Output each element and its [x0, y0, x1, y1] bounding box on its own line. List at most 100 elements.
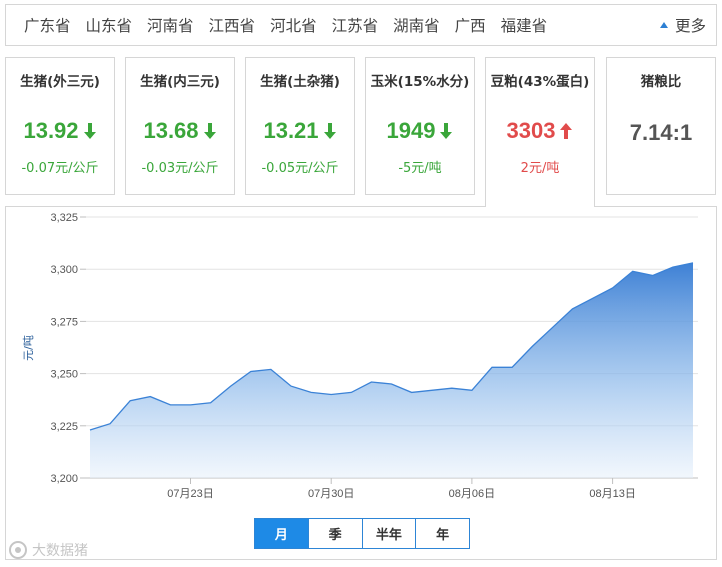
x-tick-label: 07月23日: [167, 488, 213, 500]
data-point: [210, 402, 212, 404]
data-point: [391, 383, 393, 385]
data-point: [511, 366, 513, 368]
price-card[interactable]: 生猪(外三元) 13.92 -0.07元/公斤: [5, 57, 115, 195]
price-card-value: 13.92: [6, 118, 114, 144]
data-point: [592, 297, 594, 299]
period-tab[interactable]: 季: [307, 519, 362, 548]
province-item[interactable]: 广西: [455, 14, 486, 36]
price-card-value: 13.21: [246, 118, 354, 144]
price-card-value: 3303: [486, 118, 594, 144]
data-point: [612, 287, 614, 289]
price-value-text: 13.21: [263, 118, 319, 143]
y-axis-label: 元/吨: [22, 335, 35, 361]
data-point: [531, 346, 533, 348]
data-point: [330, 394, 332, 396]
y-tick-label: 3,275: [50, 316, 78, 328]
period-tab[interactable]: 半年: [361, 519, 416, 548]
province-item[interactable]: 河南省: [147, 14, 194, 36]
data-point: [451, 387, 453, 389]
data-point: [411, 391, 413, 393]
more-button[interactable]: 更多: [659, 5, 706, 45]
price-card-title: 生猪(内三元): [140, 74, 220, 90]
watermark-logo-icon: [9, 541, 27, 559]
province-item[interactable]: 山东省: [86, 14, 133, 36]
data-point: [250, 371, 252, 373]
more-label: 更多: [674, 17, 706, 35]
price-value-text: 1949: [386, 118, 436, 143]
price-value-text: 3303: [506, 118, 556, 143]
price-card-value: 1949: [366, 118, 474, 144]
data-point: [692, 262, 694, 264]
arrow-down-icon: [83, 123, 96, 139]
price-card-change: -0.07元/公斤: [21, 161, 99, 176]
province-item[interactable]: 湖南省: [393, 14, 440, 36]
watermark-text: 大数据猪: [32, 543, 88, 559]
data-point: [431, 389, 433, 391]
data-point: [632, 270, 634, 272]
price-card[interactable]: 生猪(土杂猪) 13.21 -0.05元/公斤: [245, 57, 355, 195]
chart-panel: 3,200 3,225 3,250 3,275 3,300 3,325 元/吨 07月23日 0…: [5, 206, 717, 560]
arrow-up-icon: [560, 123, 573, 139]
price-card[interactable]: 玉米(15%水分) 1949 -5元/吨: [365, 57, 475, 195]
price-value-text: 13.92: [23, 118, 79, 143]
price-card[interactable]: 豆粕(43%蛋白) 3303 2元/吨: [485, 57, 595, 207]
province-item[interactable]: 河北省: [270, 14, 317, 36]
data-point: [571, 308, 573, 310]
y-tick-label: 3,225: [50, 421, 78, 433]
x-tick-label: 07月30日: [308, 488, 354, 500]
ratio-card[interactable]: 猪粮比 7.14:1: [606, 57, 716, 195]
period-tab[interactable]: 月: [255, 519, 308, 548]
y-tick-label: 3,200: [50, 473, 78, 485]
data-point: [270, 368, 272, 370]
data-point: [370, 381, 372, 383]
watermark: 大数据猪: [8, 540, 88, 560]
data-point: [652, 275, 654, 277]
data-point: [290, 385, 292, 387]
x-tick-label: 08月06日: [449, 488, 495, 500]
price-card-change: 2元/吨: [520, 161, 560, 176]
province-bar: 广东省 山东省 河南省 江西省 河北省 江苏省 湖南省 广西 福建省 更多: [5, 4, 717, 46]
y-tick-label: 3,300: [50, 264, 78, 276]
price-area-chart: 3,200 3,225 3,250 3,275 3,300 3,325 元/吨 07月23日 0…: [22, 212, 698, 500]
data-point: [109, 423, 111, 425]
province-item[interactable]: 江西省: [209, 14, 256, 36]
data-point: [129, 400, 131, 402]
page: 广东省 山东省 河南省 江西省 河北省 江苏省 湖南省 广西 福建省 更多 生猪(外三元) 13.…: [0, 0, 722, 567]
data-point: [190, 404, 192, 406]
province-list: 广东省 山东省 河南省 江西省 河北省 江苏省 湖南省 广西 福建省: [24, 5, 562, 45]
ratio-card-title: 猪粮比: [640, 74, 682, 90]
data-point: [149, 396, 151, 398]
data-point: [350, 391, 352, 393]
price-card-change: -0.05元/公斤: [261, 161, 339, 176]
province-item[interactable]: 广东省: [24, 14, 71, 36]
price-card-title: 生猪(土杂猪): [260, 74, 340, 90]
ratio-card-value: 7.14:1: [629, 120, 693, 145]
period-tab[interactable]: 年: [415, 519, 469, 548]
data-point: [672, 266, 674, 268]
price-card-change: -0.03元/公斤: [141, 161, 219, 176]
price-card-title: 生猪(外三元): [20, 74, 100, 90]
data-point: [169, 404, 171, 406]
data-point: [310, 391, 312, 393]
province-item[interactable]: 江苏省: [332, 14, 379, 36]
caret-up-icon: [659, 22, 668, 28]
price-card[interactable]: 生猪(内三元) 13.68 -0.03元/公斤: [125, 57, 235, 195]
price-card-change: -5元/吨: [398, 161, 442, 176]
y-tick-label: 3,250: [50, 369, 78, 381]
data-point: [471, 389, 473, 391]
price-value-text: 13.68: [143, 118, 199, 143]
data-point: [551, 327, 553, 329]
arrow-down-icon: [323, 123, 336, 139]
province-item[interactable]: 福建省: [501, 14, 548, 36]
price-card-value: 13.68: [126, 118, 234, 144]
data-point: [230, 385, 232, 387]
arrow-down-icon: [203, 123, 216, 139]
price-card-title: 豆粕(43%蛋白): [490, 74, 590, 90]
area-fill: [90, 262, 693, 478]
period-tabs: 月季半年年: [254, 518, 470, 549]
data-point: [89, 429, 91, 431]
arrow-down-icon: [440, 123, 453, 139]
x-tick-label: 08月13日: [589, 488, 635, 500]
data-point: [491, 366, 493, 368]
y-tick-label: 3,325: [50, 212, 78, 224]
